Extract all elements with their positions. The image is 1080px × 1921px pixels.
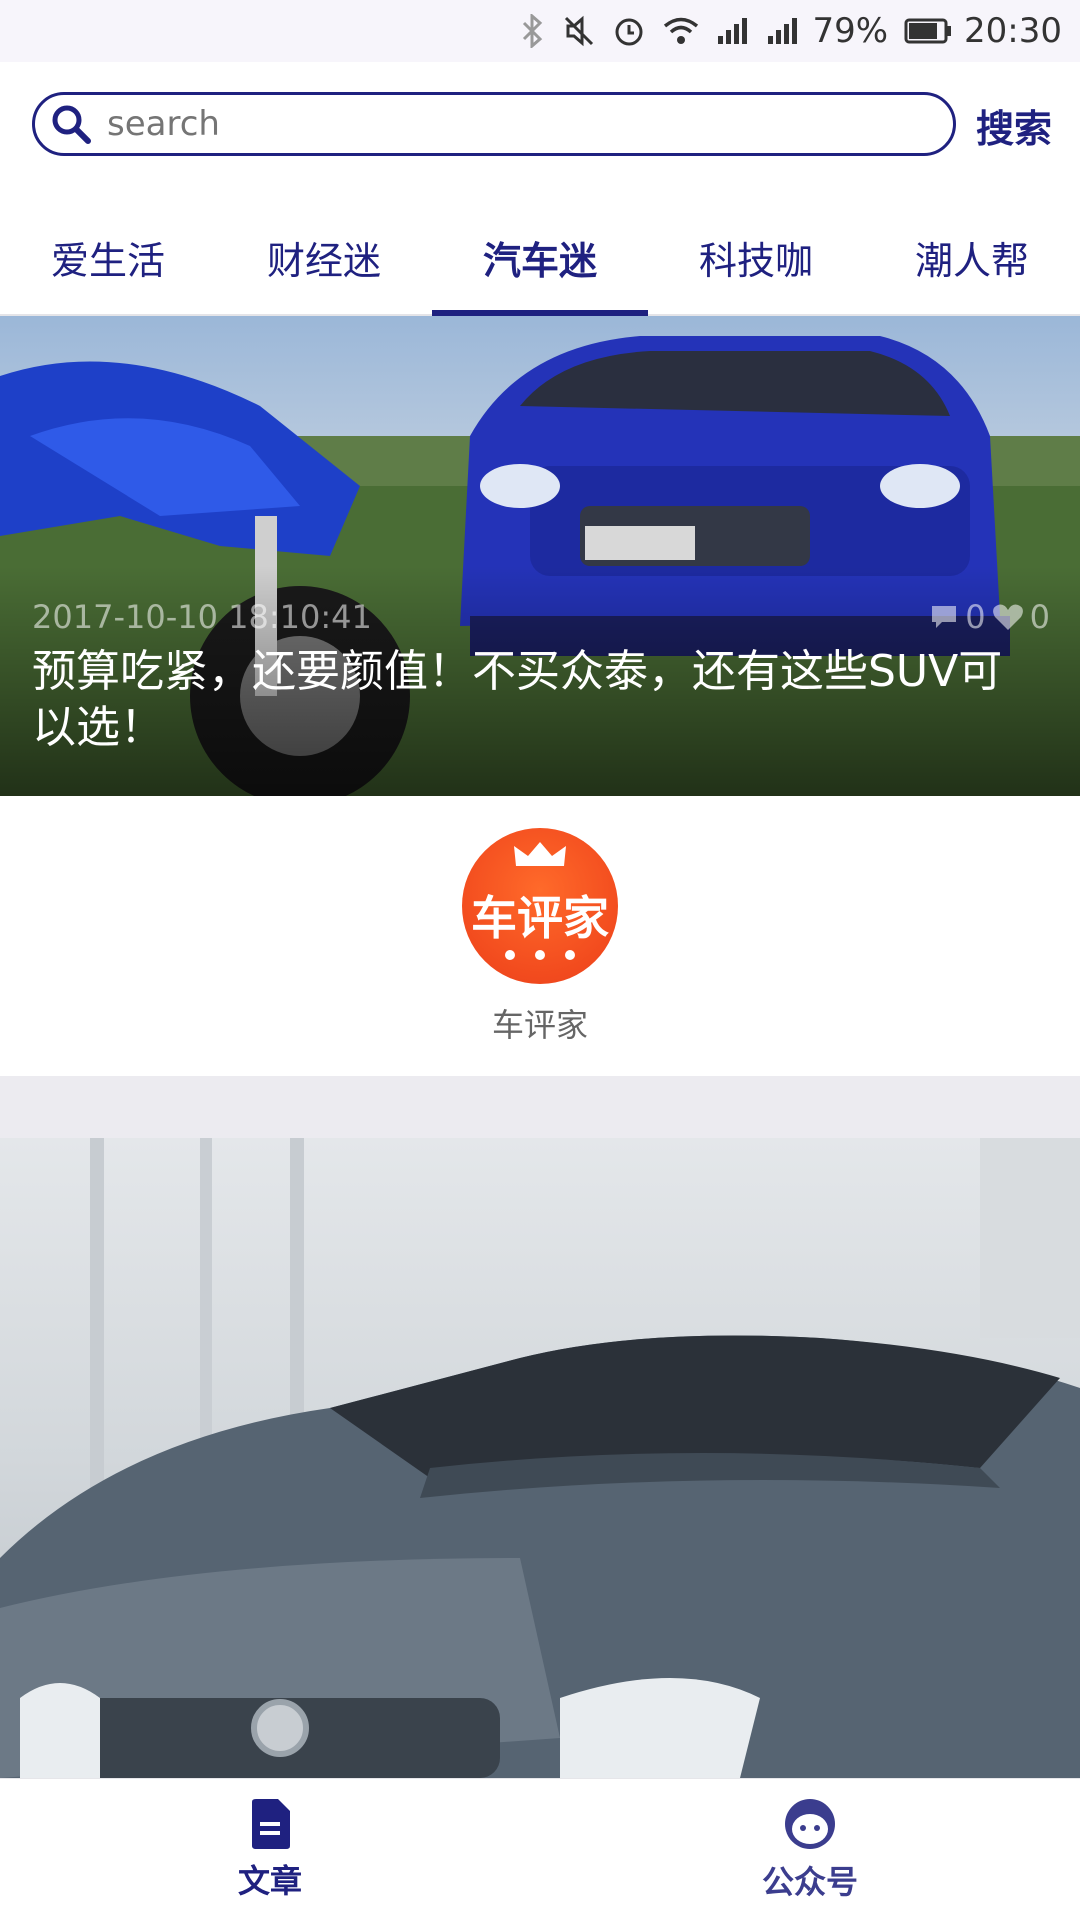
tab-finance[interactable]: 财经迷: [216, 200, 432, 314]
battery-icon: [904, 18, 952, 44]
bottom-navigation: 文章 公众号: [0, 1778, 1080, 1921]
alarm-icon: [612, 14, 646, 48]
status-time: 20:30: [964, 11, 1062, 51]
signal-icon: [766, 16, 800, 46]
battery-percentage: 79%: [812, 11, 889, 51]
section-divider: [0, 1076, 1080, 1138]
document-icon: [252, 1799, 290, 1849]
signal-icon: [716, 16, 750, 46]
status-bar: 79% 20:30: [0, 0, 1080, 62]
article-stats: 0 0: [929, 598, 1050, 636]
account-section[interactable]: 车评家 车评家: [0, 796, 1080, 1076]
tab-cars[interactable]: 汽车迷: [432, 200, 648, 316]
category-tabs: 爱生活 财经迷 汽车迷 科技咖 潮人帮: [0, 200, 1080, 316]
like-count: 0: [1029, 598, 1050, 636]
search-input[interactable]: [105, 103, 909, 145]
account-logo[interactable]: 车评家: [462, 828, 618, 984]
comment-count: 0: [965, 598, 986, 636]
article-title: 预算吃紧，还要颜值！不买众泰，还有这些SUV可以选！: [32, 646, 1003, 753]
mute-icon: [562, 14, 596, 48]
featured-article-card[interactable]: 2017-10-10 18:10:41 0 0 预算吃紧，还要颜值！不买众泰，还…: [0, 316, 1080, 796]
dots-icon: [505, 950, 575, 960]
account-name: 车评家: [491, 1006, 588, 1044]
article-image[interactable]: [0, 1138, 1080, 1778]
wifi-icon: [662, 16, 700, 46]
bluetooth-icon: [520, 14, 546, 48]
article-date: 2017-10-10 18:10:41: [32, 598, 372, 636]
nav-articles[interactable]: 文章: [0, 1779, 540, 1921]
crown-icon: [514, 842, 566, 866]
search-button[interactable]: 搜索: [976, 98, 1052, 153]
search-box[interactable]: [32, 92, 956, 156]
tab-tech[interactable]: 科技咖: [648, 200, 864, 314]
nav-accounts-label: 公众号: [761, 1863, 858, 1901]
tab-trend[interactable]: 潮人帮: [864, 200, 1080, 314]
tab-life[interactable]: 爱生活: [0, 200, 216, 314]
comment-icon: [932, 606, 957, 628]
nav-accounts[interactable]: 公众号: [540, 1779, 1080, 1921]
face-icon: [785, 1799, 835, 1849]
nav-articles-label: 文章: [237, 1862, 302, 1900]
search-bar: 搜索: [0, 62, 1080, 192]
car-photo: [0, 1138, 1080, 1778]
logo-text: 车评家: [471, 891, 609, 945]
search-icon: [52, 105, 91, 144]
heart-icon: [992, 604, 1023, 630]
